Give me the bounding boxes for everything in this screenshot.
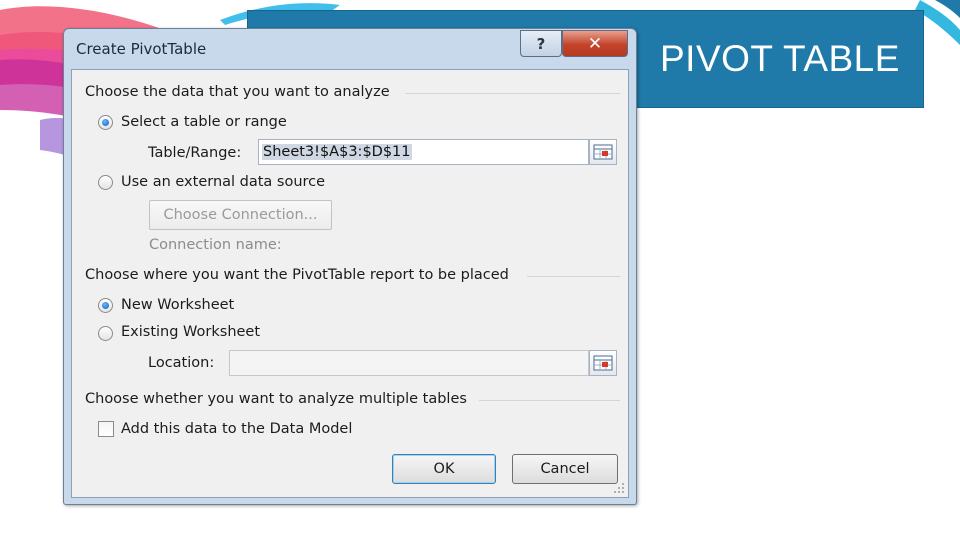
dialog-title: Create PivotTable (76, 40, 207, 58)
new-worksheet-label[interactable]: New Worksheet (121, 297, 234, 313)
dialog-body: Choose the data that you want to analyze… (71, 69, 629, 498)
connection-name-label: Connection name: (149, 237, 282, 253)
existing-worksheet-label[interactable]: Existing Worksheet (121, 324, 260, 340)
table-range-input[interactable]: Sheet3!$A$3:$D$11 (258, 139, 589, 165)
resize-grip-icon[interactable] (613, 482, 625, 494)
section-data-heading: Choose the data that you want to analyze (85, 84, 390, 100)
create-pivottable-dialog: Create PivotTable ? ✕ Choose the data th… (63, 28, 637, 505)
section-divider (405, 93, 620, 94)
add-data-model-checkbox[interactable] (98, 421, 114, 437)
range-selector-icon (593, 355, 613, 371)
cancel-button[interactable]: Cancel (512, 454, 618, 484)
close-button[interactable]: ✕ (562, 30, 628, 57)
dialog-titlebar[interactable]: Create PivotTable ? ✕ (64, 29, 636, 69)
range-selector-icon (593, 144, 613, 160)
help-button[interactable]: ? (520, 30, 562, 57)
external-source-label[interactable]: Use an external data source (121, 174, 325, 190)
new-worksheet-radio[interactable] (98, 298, 113, 313)
existing-worksheet-radio[interactable] (98, 326, 113, 341)
close-x-icon: ✕ (587, 33, 603, 54)
select-table-range-radio[interactable] (98, 115, 113, 130)
section-divider (479, 400, 620, 401)
location-label: Location: (148, 355, 215, 371)
section-placement-heading: Choose where you want the PivotTable rep… (85, 267, 509, 283)
section-divider (527, 276, 620, 277)
question-mark-icon: ? (536, 34, 546, 53)
table-range-value: Sheet3!$A$3:$D$11 (262, 144, 412, 160)
external-source-radio[interactable] (98, 175, 113, 190)
location-collapse-button[interactable] (589, 350, 617, 376)
add-data-model-label[interactable]: Add this data to the Data Model (121, 421, 352, 437)
table-range-label: Table/Range: (148, 145, 242, 161)
slide-title: PIVOT TABLE (660, 38, 900, 79)
section-multiple-heading: Choose whether you want to analyze multi… (85, 391, 467, 407)
choose-connection-button[interactable]: Choose Connection... (149, 200, 332, 230)
ok-button[interactable]: OK (392, 454, 496, 484)
location-input[interactable] (229, 350, 589, 376)
table-range-collapse-button[interactable] (589, 139, 617, 165)
select-table-range-label[interactable]: Select a table or range (121, 114, 287, 130)
